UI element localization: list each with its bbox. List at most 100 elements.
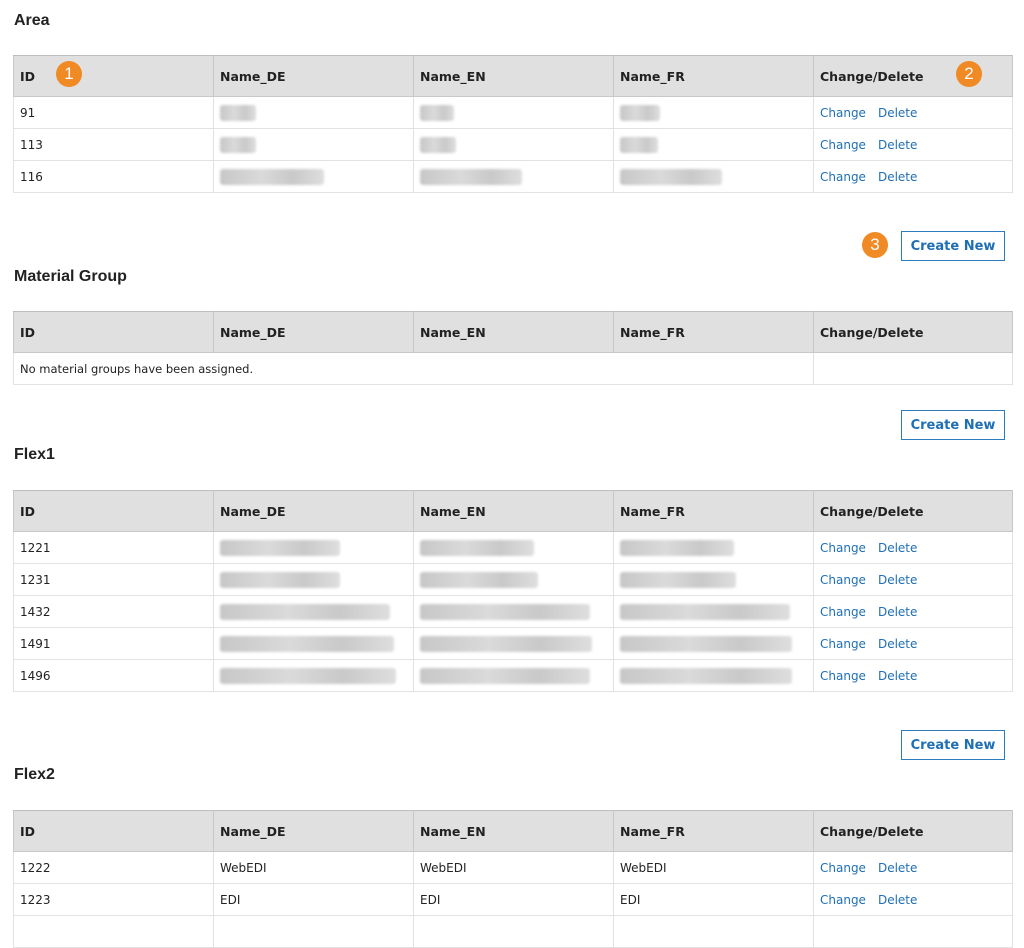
create-new-area-button[interactable]: Create New	[901, 231, 1005, 261]
cell-actions: Change Delete	[813, 659, 1013, 692]
section-title-flex1: Flex1	[14, 446, 55, 463]
table-header-row: ID Name_DE Name_EN Name_FR Change/Delete	[13, 490, 1013, 532]
create-new-material-group-button[interactable]: Create New	[901, 410, 1005, 440]
cell-name-de-redacted	[213, 531, 414, 564]
cell-name-fr: EDI	[613, 883, 814, 916]
cell-name-en-redacted	[413, 563, 614, 596]
cell-name-en-redacted	[413, 128, 614, 161]
cell-name-en: EDI	[413, 883, 614, 916]
table-header-row: ID Name_DE Name_EN Name_FR Change/Delete	[13, 311, 1013, 353]
cell-id: 1496	[13, 659, 214, 692]
column-header-name-en: Name_EN	[413, 311, 614, 353]
delete-link[interactable]: Delete	[878, 138, 917, 152]
column-header-name-en: Name_EN	[413, 55, 614, 97]
table-header-row: ID Name_DE Name_EN Name_FR Change/Delete	[13, 810, 1013, 852]
change-link[interactable]: Change	[820, 893, 866, 907]
section-title-area: Area	[14, 12, 50, 29]
section-title-flex2: Flex2	[14, 766, 55, 783]
cell-name-de-redacted	[213, 160, 414, 193]
cell-name-en-redacted	[413, 595, 614, 628]
change-link[interactable]: Change	[820, 541, 866, 555]
table-row: 1223 EDI EDI EDI Change Delete	[13, 883, 1013, 916]
column-header-name-de: Name_DE	[213, 490, 414, 532]
change-link[interactable]: Change	[820, 138, 866, 152]
cell-name-de-redacted	[213, 595, 414, 628]
empty-row: No material groups have been assigned.	[13, 352, 1013, 385]
delete-link[interactable]: Delete	[878, 861, 917, 875]
cell-name-de-redacted	[213, 96, 414, 129]
cell-name-fr-redacted	[613, 595, 814, 628]
column-header-name-en: Name_EN	[413, 810, 614, 852]
table-row: 1221 Change Delete	[13, 531, 1013, 564]
empty-cell	[813, 352, 1013, 385]
cell-actions: Change Delete	[813, 595, 1013, 628]
cell-id: 113	[13, 128, 214, 161]
cell-id: 1231	[13, 563, 214, 596]
column-header-change-delete: Change/Delete	[813, 55, 1013, 97]
column-header-name-fr: Name_FR	[613, 55, 814, 97]
change-link[interactable]: Change	[820, 573, 866, 587]
cell-actions: Change Delete	[813, 128, 1013, 161]
column-header-id: ID	[13, 55, 214, 97]
cell-name-de-redacted	[213, 627, 414, 660]
column-header-id: ID	[13, 311, 214, 353]
delete-link[interactable]: Delete	[878, 106, 917, 120]
column-header-name-de: Name_DE	[213, 810, 414, 852]
change-link[interactable]: Change	[820, 669, 866, 683]
table-row: 91 Change Delete	[13, 96, 1013, 129]
cell-name-fr	[613, 915, 814, 948]
callout-3-badge: 3	[862, 232, 888, 258]
cell-name-de: EDI	[213, 883, 414, 916]
delete-link[interactable]: Delete	[878, 637, 917, 651]
cell-name-en: WebEDI	[413, 851, 614, 884]
cell-name-de-redacted	[213, 128, 414, 161]
column-header-change-delete: Change/Delete	[813, 311, 1013, 353]
change-link[interactable]: Change	[820, 605, 866, 619]
column-header-change-delete: Change/Delete	[813, 810, 1013, 852]
change-link[interactable]: Change	[820, 106, 866, 120]
column-header-name-en: Name_EN	[413, 490, 614, 532]
cell-name-fr-redacted	[613, 96, 814, 129]
callout-1-badge: 1	[56, 61, 82, 87]
material-group-table: ID Name_DE Name_EN Name_FR Change/Delete…	[13, 311, 1013, 385]
delete-link[interactable]: Delete	[878, 573, 917, 587]
flex1-table: ID Name_DE Name_EN Name_FR Change/Delete…	[13, 490, 1013, 692]
change-link[interactable]: Change	[820, 170, 866, 184]
column-header-name-fr: Name_FR	[613, 490, 814, 532]
cell-actions: Change Delete	[813, 883, 1013, 916]
cell-id: 1491	[13, 627, 214, 660]
change-link[interactable]: Change	[820, 637, 866, 651]
cell-name-fr-redacted	[613, 659, 814, 692]
empty-message: No material groups have been assigned.	[13, 352, 814, 385]
change-link[interactable]: Change	[820, 861, 866, 875]
table-header-row: ID Name_DE Name_EN Name_FR Change/Delete	[13, 55, 1013, 97]
delete-link[interactable]: Delete	[878, 893, 917, 907]
cell-id: 1222	[13, 851, 214, 884]
cell-name-fr: WebEDI	[613, 851, 814, 884]
delete-link[interactable]: Delete	[878, 170, 917, 184]
cell-name-fr-redacted	[613, 531, 814, 564]
cell-name-fr-redacted	[613, 563, 814, 596]
flex2-table: ID Name_DE Name_EN Name_FR Change/Delete…	[13, 810, 1013, 948]
cell-name-fr-redacted	[613, 128, 814, 161]
cell-id: 1223	[13, 883, 214, 916]
table-row: 1496 Change Delete	[13, 659, 1013, 692]
cell-name-fr-redacted	[613, 160, 814, 193]
delete-link[interactable]: Delete	[878, 605, 917, 619]
cell-name-en-redacted	[413, 96, 614, 129]
column-header-name-fr: Name_FR	[613, 311, 814, 353]
cell-actions: Change Delete	[813, 96, 1013, 129]
cell-actions: Change Delete	[813, 531, 1013, 564]
cell-id: 1221	[13, 531, 214, 564]
cell-id: 1432	[13, 595, 214, 628]
delete-link[interactable]: Delete	[878, 541, 917, 555]
cell-actions: Change Delete	[813, 160, 1013, 193]
cell-name-en-redacted	[413, 659, 614, 692]
cell-name-fr-redacted	[613, 627, 814, 660]
cell-name-de-redacted	[213, 563, 414, 596]
create-new-flex1-button[interactable]: Create New	[901, 730, 1005, 760]
area-table: ID Name_DE Name_EN Name_FR Change/Delete…	[13, 55, 1013, 193]
delete-link[interactable]: Delete	[878, 669, 917, 683]
table-row: 1231 Change Delete	[13, 563, 1013, 596]
table-row: 113 Change Delete	[13, 128, 1013, 161]
